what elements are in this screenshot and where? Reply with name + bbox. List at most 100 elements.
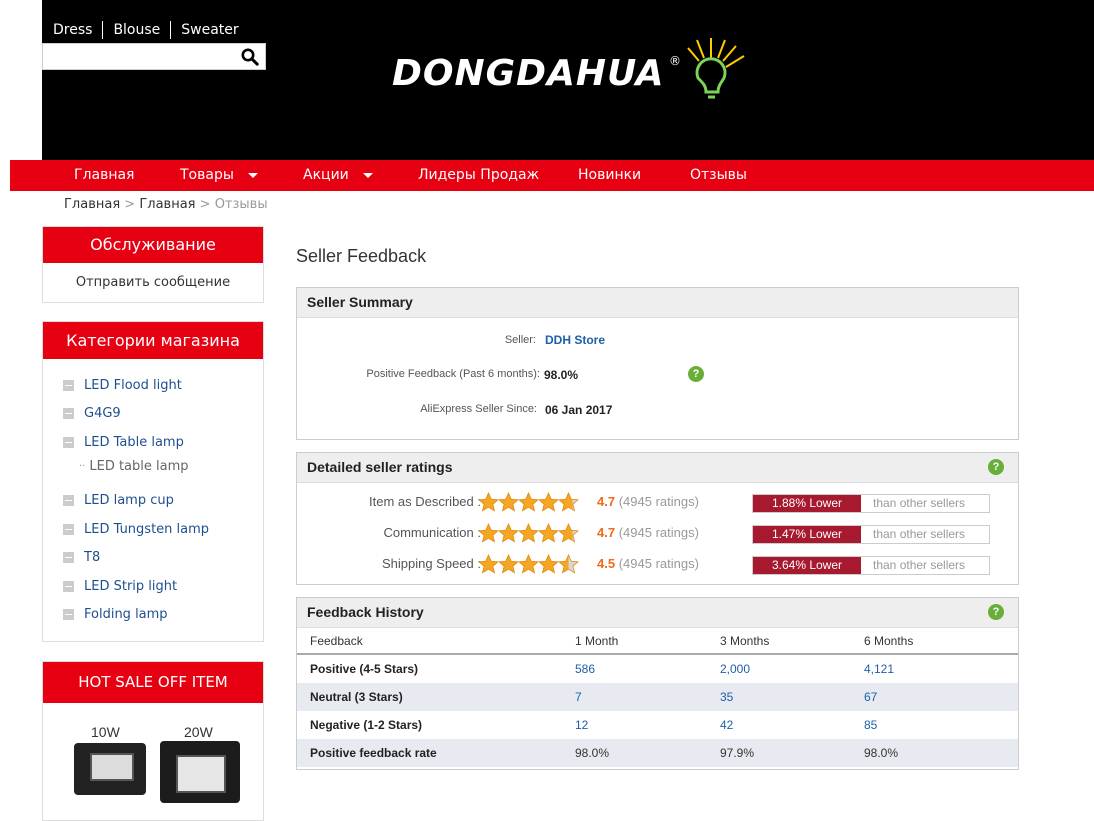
table-row: Positive feedback rate 98.0% 97.9% 98.0% — [297, 739, 1018, 767]
service-title: Обслуживание — [43, 227, 263, 263]
star-icon — [518, 492, 539, 512]
main-nav: Главная Товары Акции Лидеры Продаж Новин… — [10, 160, 1094, 191]
categories-title: Категории магазина — [43, 322, 263, 359]
rating-score: 4.7 (4945 ratings) — [597, 494, 699, 509]
table-row: Neutral (3 Stars) 7 35 67 — [297, 683, 1018, 711]
category-item[interactable]: LED Flood light — [63, 378, 182, 393]
category-item[interactable]: LED Table lamp — [63, 435, 184, 450]
row-label: Positive feedback rate — [297, 739, 575, 767]
product-label-10w: 10W — [91, 724, 120, 740]
nav-promotions[interactable]: Акции — [303, 160, 373, 191]
comparison-text: than other sellers — [873, 558, 966, 572]
chevron-down-icon — [362, 172, 373, 178]
comparison-badge: 1.47% Lower — [753, 526, 861, 543]
star-icon — [558, 523, 579, 543]
comparison-text: than other sellers — [873, 527, 966, 541]
categories-box: Категории магазина LED Flood light G4G9 … — [42, 321, 264, 642]
star-icon — [498, 523, 519, 543]
star-icon — [518, 554, 539, 574]
header-margin — [0, 0, 42, 160]
help-icon[interactable]: ? — [988, 604, 1004, 620]
quicklink-dress[interactable]: Dress — [53, 22, 92, 38]
seller-summary-title: Seller Summary — [297, 288, 1018, 318]
seller-name-link[interactable]: DDH Store — [545, 333, 605, 347]
quicklinks: Dress Blouse Sweater — [53, 21, 239, 39]
collapse-icon — [63, 609, 74, 620]
table-cell[interactable]: 12 — [575, 711, 720, 739]
subcategory-item[interactable]: ·· LED table lamp — [79, 459, 189, 474]
help-icon[interactable]: ? — [688, 366, 704, 382]
breadcrumb-home-2[interactable]: Главная — [139, 197, 195, 212]
feedback-history-table: Feedback 1 Month 3 Months 6 Months Posit… — [297, 628, 1018, 767]
table-cell[interactable]: 35 — [720, 683, 864, 711]
table-cell: 97.9% — [720, 739, 864, 767]
star-icon — [518, 523, 539, 543]
comparison-text: than other sellers — [873, 496, 966, 510]
table-cell[interactable]: 2,000 — [720, 654, 864, 683]
page-title: Seller Feedback — [296, 246, 427, 266]
star-icon — [538, 554, 559, 574]
product-label-20w: 20W — [184, 724, 213, 740]
nav-products[interactable]: Товары — [180, 160, 258, 191]
table-cell[interactable]: 586 — [575, 654, 720, 683]
rating-score: 4.5 (4945 ratings) — [597, 556, 699, 571]
search-icon — [241, 48, 259, 66]
positive-feedback-label: Positive Feedback (Past 6 months): — [366, 368, 540, 380]
quicklink-blouse[interactable]: Blouse — [113, 22, 160, 38]
collapse-icon — [63, 495, 74, 506]
star-icon — [558, 554, 579, 574]
rating-comparison: 1.47% Lower than other sellers — [752, 525, 990, 544]
nav-reviews[interactable]: Отзывы — [690, 160, 747, 191]
feedback-history-panel: Feedback History ? Feedback 1 Month 3 Mo… — [296, 597, 1019, 770]
table-cell[interactable]: 85 — [864, 711, 1018, 739]
detailed-ratings-title: Detailed seller ratings ? — [297, 453, 1018, 483]
nav-bestsellers[interactable]: Лидеры Продаж — [418, 160, 539, 191]
feedback-history-title: Feedback History ? — [297, 598, 1018, 628]
nav-home[interactable]: Главная — [74, 160, 134, 191]
rating-score: 4.7 (4945 ratings) — [597, 525, 699, 540]
star-icon — [478, 523, 499, 543]
category-item[interactable]: LED lamp cup — [63, 493, 174, 508]
divider — [102, 21, 104, 39]
category-item[interactable]: Folding lamp — [63, 607, 168, 622]
table-cell[interactable]: 42 — [720, 711, 864, 739]
category-item[interactable]: LED Tungsten lamp — [63, 522, 209, 537]
star-icon — [478, 492, 499, 512]
rating-comparison: 1.88% Lower than other sellers — [752, 494, 990, 513]
brand-logo[interactable]: DONGDAHUA ® — [392, 30, 752, 130]
floodlight-20w-image[interactable] — [160, 741, 240, 803]
rating-label: Item as Described : — [369, 494, 481, 509]
row-label: Negative (1-2 Stars) — [310, 718, 423, 732]
quicklink-sweater[interactable]: Sweater — [181, 22, 238, 38]
row-label: Positive (4-5 Stars) — [310, 662, 419, 676]
category-item[interactable]: LED Strip light — [63, 579, 177, 594]
nav-new-arrivals[interactable]: Новинки — [578, 160, 641, 191]
table-cell: 98.0% — [864, 739, 1018, 767]
send-message-link[interactable]: Отправить сообщение — [43, 275, 263, 290]
collapse-icon — [63, 524, 74, 535]
column-header: 3 Months — [720, 628, 864, 655]
table-row: Negative (1-2 Stars) 12 42 85 — [297, 711, 1018, 739]
table-cell[interactable]: 7 — [575, 683, 720, 711]
comparison-badge: 1.88% Lower — [753, 495, 861, 512]
table-row: Positive (4-5 Stars) 586 2,000 4,121 — [297, 654, 1018, 683]
help-icon[interactable]: ? — [988, 459, 1004, 475]
star-icon — [558, 492, 579, 512]
hot-sale-title: HOT SALE OFF ITEM — [43, 662, 263, 703]
positive-feedback-value: 98.0% — [544, 368, 579, 382]
seller-label: Seller: — [504, 334, 536, 346]
category-item[interactable]: T8 — [63, 550, 100, 565]
category-item[interactable]: G4G9 — [63, 406, 121, 421]
collapse-icon — [63, 408, 74, 419]
search-input[interactable] — [42, 43, 266, 70]
table-cell[interactable]: 4,121 — [864, 654, 1018, 683]
divider — [170, 21, 172, 39]
table-cell[interactable]: 67 — [864, 683, 1018, 711]
breadcrumb-home[interactable]: Главная — [64, 197, 120, 212]
search-button[interactable] — [234, 43, 266, 70]
breadcrumb-separator: > — [199, 197, 211, 212]
collapse-icon — [63, 581, 74, 592]
floodlight-10w-image[interactable] — [74, 743, 146, 795]
breadcrumb: Главная > Главная > Отзывы — [64, 197, 268, 212]
column-header: 6 Months — [864, 628, 1018, 655]
